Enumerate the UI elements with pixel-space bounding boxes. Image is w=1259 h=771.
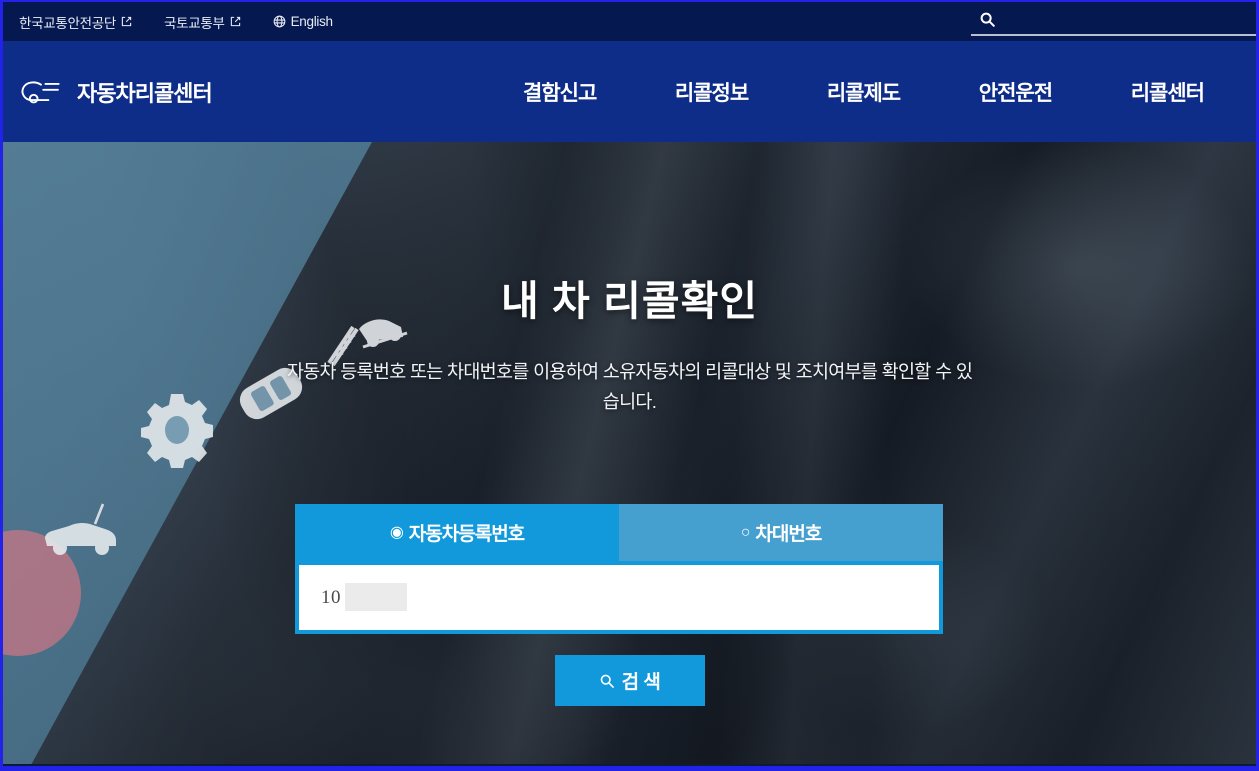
- nav-item-recall-info[interactable]: 리콜정보: [675, 77, 749, 107]
- site-search[interactable]: [971, 8, 1256, 36]
- search-button[interactable]: 검 색: [554, 655, 705, 706]
- utility-link-molit[interactable]: 국토교통부: [164, 12, 241, 32]
- search-button-label: 검 색: [621, 672, 661, 693]
- utility-link-label: 한국교통안전공단: [19, 15, 116, 31]
- car-recall-logo-icon: [21, 80, 60, 103]
- brand-home-link[interactable]: 자동차리콜센터: [19, 76, 213, 108]
- nav-item-recall-system[interactable]: 리콜제도: [827, 77, 901, 107]
- nav-menu: 결함신고 리콜정보 리콜제도 안전운전 리콜센터: [523, 77, 1256, 107]
- utility-link-label: 국토교통부: [163, 15, 225, 31]
- lookup-input-box[interactable]: [299, 565, 939, 630]
- main-navbar: 자동차리콜센터 결함신고 리콜정보 리콜제도 안전운전 리콜센터: [3, 41, 1256, 142]
- external-link-icon: [230, 16, 240, 27]
- radio-selected-icon: ◉: [389, 523, 404, 541]
- tab-label: 차대번호: [755, 524, 822, 545]
- tab-label: 자동차등록번호: [408, 524, 525, 545]
- utility-link-english[interactable]: English: [273, 14, 333, 29]
- tab-vehicle-registration-number[interactable]: ◉ 자동차등록번호: [295, 504, 619, 561]
- nav-item-recall-center[interactable]: 리콜센터: [1131, 77, 1205, 107]
- recall-lookup-card: ◉ 자동차등록번호 ○ 차대번호: [295, 504, 943, 634]
- hero-description: 자동차 등록번호 또는 차대번호를 이용하여 소유자동차의 리콜대상 및 조치여…: [286, 361, 973, 412]
- external-link-icon: [121, 16, 132, 27]
- hero-section: 내 차 리콜확인 자동차 등록번호 또는 차대번호를 이용하여 소유자동차의 리…: [3, 142, 1256, 764]
- globe-icon: [273, 15, 285, 28]
- utility-link-label: English: [290, 14, 333, 29]
- utility-link-kotsa[interactable]: 한국교통안전공단: [19, 12, 132, 32]
- lookup-input-wrapper: [295, 561, 943, 634]
- hero-title: 내 차 리콜확인: [500, 278, 759, 324]
- utility-bar: 한국교통안전공단 국토교통부 English: [3, 0, 1256, 41]
- radio-unselected-icon: ○: [740, 523, 751, 541]
- vehicle-number-input[interactable]: [321, 586, 917, 609]
- brand-name: 자동차리콜센터: [77, 80, 213, 106]
- gear-icon: [141, 392, 213, 468]
- car-side-icon: [33, 502, 125, 564]
- search-icon: [600, 674, 614, 688]
- nav-item-defect-report[interactable]: 결함신고: [523, 77, 597, 107]
- page-root: 한국교통안전공단 국토교통부 English 자동차리콜센터 결함신고 리콜정보…: [0, 0, 1259, 771]
- search-input[interactable]: [996, 11, 1252, 27]
- tab-vin-number[interactable]: ○ 차대번호: [619, 504, 943, 561]
- nav-item-safe-driving[interactable]: 안전운전: [979, 77, 1053, 107]
- lookup-type-tabs: ◉ 자동차등록번호 ○ 차대번호: [295, 504, 943, 561]
- search-icon: [980, 12, 995, 27]
